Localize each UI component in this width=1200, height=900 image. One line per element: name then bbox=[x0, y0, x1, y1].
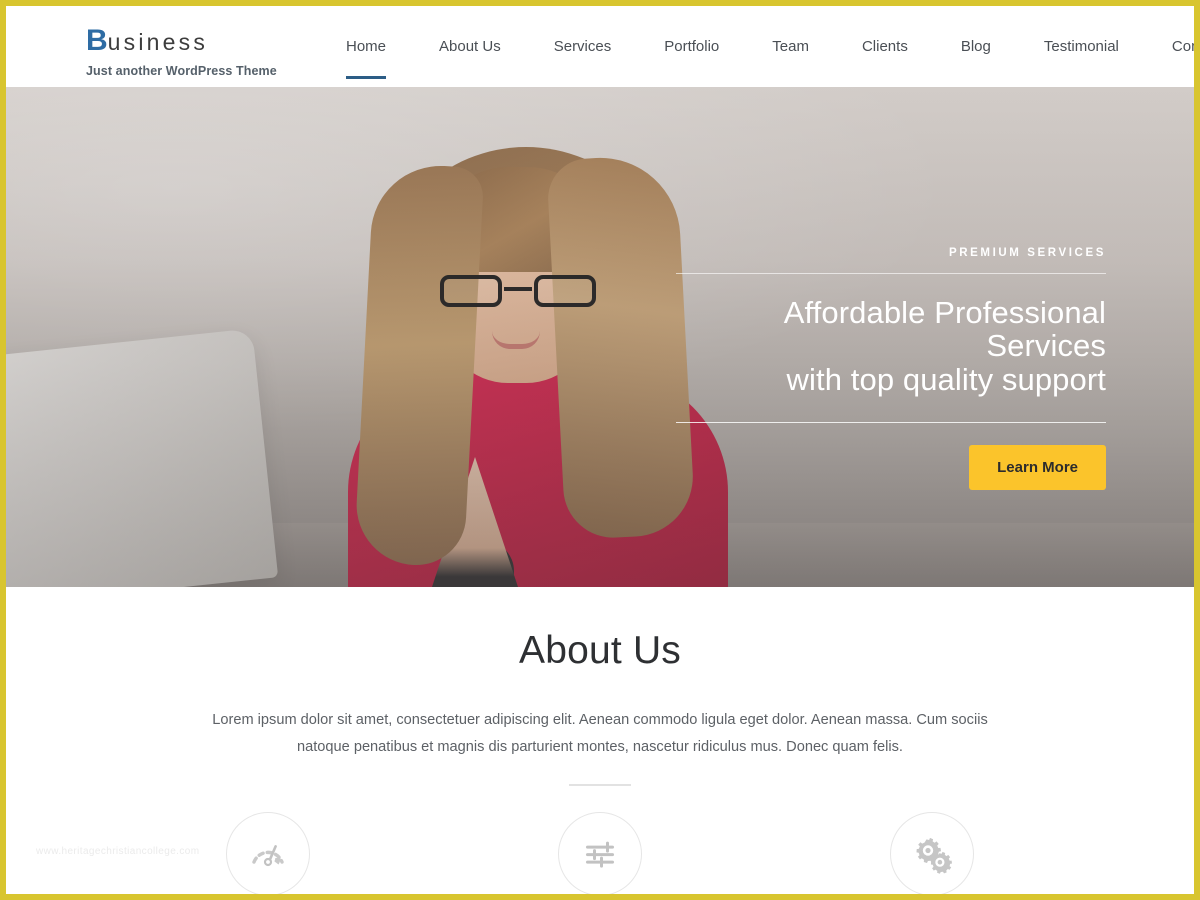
hero-title-line-1: Affordable Professional Services bbox=[783, 295, 1106, 364]
nav-item-testimonial[interactable]: Testimonial bbox=[1044, 38, 1119, 79]
brand-initial: B bbox=[86, 24, 108, 57]
sliders-icon bbox=[580, 834, 620, 874]
brand-rest: usiness bbox=[107, 29, 209, 55]
site-branding[interactable]: Business Just another WordPress Theme bbox=[86, 26, 277, 79]
gears-icon bbox=[910, 832, 954, 876]
hero-eyebrow-label: PREMIUM SERVICES bbox=[948, 247, 1106, 259]
nav-item-about-us[interactable]: About Us bbox=[439, 38, 501, 79]
nav-item-contact[interactable]: Contact bbox=[1172, 38, 1194, 79]
hero-title-line-2: with top quality support bbox=[786, 361, 1106, 397]
page-frame: Business Just another WordPress Theme Ho… bbox=[0, 0, 1200, 900]
site-header: Business Just another WordPress Theme Ho… bbox=[6, 6, 1194, 87]
nav-item-portfolio[interactable]: Portfolio bbox=[664, 38, 719, 79]
learn-more-button[interactable]: Learn More bbox=[969, 445, 1106, 491]
speedometer-icon bbox=[248, 834, 288, 874]
hero-rule-bottom bbox=[676, 422, 1106, 424]
section-divider bbox=[569, 784, 631, 787]
hero-title: Affordable Professional Services with to… bbox=[676, 295, 1106, 397]
primary-navigation: Home About Us Services Portfolio Team Cl… bbox=[346, 38, 1194, 79]
nav-item-blog[interactable]: Blog bbox=[961, 38, 991, 79]
about-title: About Us bbox=[518, 629, 682, 672]
feature-item-speed[interactable] bbox=[226, 812, 310, 894]
site-title: Business bbox=[86, 26, 277, 56]
site-tagline: Just another WordPress Theme bbox=[86, 64, 277, 78]
nav-item-home[interactable]: Home bbox=[346, 38, 387, 79]
hero-caption: PREMIUM SERVICES Affordable Professional… bbox=[676, 247, 1106, 491]
about-paragraph: Lorem ipsum dolor sit amet, consectetuer… bbox=[212, 712, 988, 755]
feature-item-gears[interactable] bbox=[890, 812, 974, 894]
hero-rule-top bbox=[676, 273, 1106, 274]
nav-item-services[interactable]: Services bbox=[554, 38, 612, 79]
nav-item-clients[interactable]: Clients bbox=[862, 38, 908, 79]
hero-slider: PREMIUM SERVICES Affordable Professional… bbox=[6, 87, 1194, 587]
nav-item-team[interactable]: Team bbox=[772, 38, 809, 79]
image-watermark: www.heritagechristiancollege.com bbox=[36, 846, 200, 857]
feature-item-settings-sliders[interactable] bbox=[558, 812, 642, 894]
